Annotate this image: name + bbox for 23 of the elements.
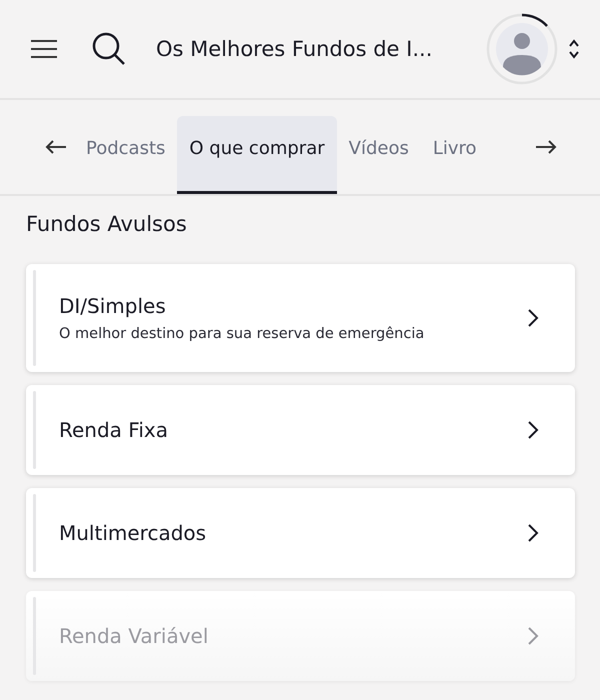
card-title: Renda Variável: [59, 624, 210, 648]
arrow-left-icon[interactable]: [44, 139, 68, 155]
card-title: Renda Fixa: [59, 418, 169, 442]
menu-icon[interactable]: [30, 39, 58, 59]
sort-icon[interactable]: [568, 38, 580, 60]
fund-card[interactable]: Multimercados: [26, 488, 575, 578]
chevron-right-icon: [527, 523, 539, 543]
chevron-right-icon: [527, 626, 539, 646]
chevron-right-icon: [527, 308, 539, 328]
page-title: Os Melhores Fundos de I...: [156, 37, 434, 61]
search-icon[interactable]: [92, 32, 126, 66]
avatar-icon[interactable]: [486, 13, 558, 85]
chevron-right-icon: [527, 420, 539, 440]
card-subtitle: O melhor destino para sua reserva de emergência: [59, 326, 426, 342]
tab[interactable]: O que comprar: [177, 116, 337, 194]
card-title: DI/Simples: [59, 294, 167, 318]
fund-card[interactable]: Renda Fixa: [26, 385, 575, 475]
fund-card[interactable]: DI/Simples O melhor destino para sua reserva de emergência: [26, 264, 575, 372]
section-title: Fundos Avulsos: [26, 212, 188, 236]
card-title: Multimercados: [59, 521, 208, 545]
tab[interactable]: Livro: [420, 116, 489, 194]
tab[interactable]: Podcasts: [74, 116, 178, 194]
tab[interactable]: Vídeos: [336, 116, 421, 194]
